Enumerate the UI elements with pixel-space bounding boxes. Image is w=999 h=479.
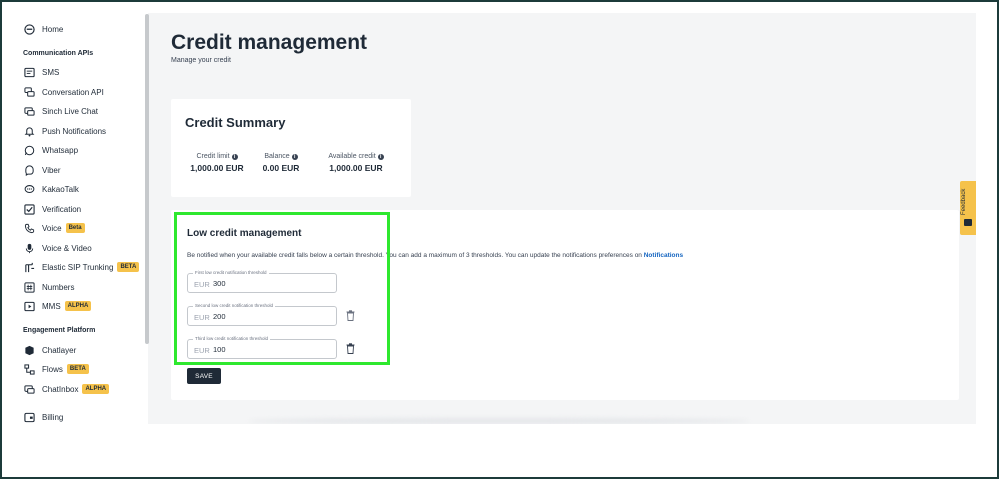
sidebar-item-voice-video[interactable]: Voice & Video	[23, 240, 92, 256]
info-icon[interactable]: i	[377, 153, 384, 160]
save-button[interactable]: SAVE	[187, 368, 221, 384]
sidebar-item-kakaotalk[interactable]: KakaoTalk	[23, 181, 79, 197]
sidebar-item-flows[interactable]: Flows BETA	[23, 361, 89, 377]
alpha-badge: ALPHA	[82, 384, 110, 394]
sip-icon	[23, 261, 35, 273]
sidebar-item-label: Chatlayer	[42, 345, 77, 355]
balance-metric: Balance i 0.00 EUR	[261, 153, 301, 173]
feedback-tab[interactable]: Feedback	[960, 181, 976, 235]
sidebar-item-mms[interactable]: MMS ALPHA	[23, 298, 92, 314]
sidebar-item-label: Sinch Live Chat	[42, 106, 99, 116]
available-credit-metric: Available credit i 1,000.00 EUR	[325, 153, 387, 173]
conversation-icon	[23, 86, 35, 98]
sidebar-item-label: Whatsapp	[42, 145, 79, 155]
screenshot-frame: Home Communication APIs SMS Conversation…	[0, 0, 999, 479]
sidebar-item-label: Conversation API	[42, 87, 104, 97]
sidebar-item-label: Flows	[42, 364, 63, 374]
sidebar-item-viber[interactable]: Viber	[23, 162, 61, 178]
sidebar-item-label: Viber	[42, 165, 61, 175]
sidebar-item-label: Numbers	[42, 282, 75, 292]
available-credit-value: 1,000.00 EUR	[329, 163, 383, 173]
page-subtitle: Manage your credit	[171, 57, 231, 64]
sidebar-item-conversation-api[interactable]: Conversation API	[23, 84, 104, 100]
sidebar-item-label: ChatInbox	[42, 384, 79, 394]
sidebar-item-label: Voice	[42, 223, 62, 233]
bell-icon	[23, 125, 35, 137]
credit-summary-card: Credit Summary Credit limit i 1,000.00 EU…	[171, 99, 411, 197]
credit-limit-value: 1,000.00 EUR	[190, 163, 244, 173]
chatlayer-icon	[23, 344, 35, 356]
sidebar-item-verification[interactable]: Verification	[23, 201, 81, 217]
kakaotalk-icon	[23, 183, 35, 195]
sidebar-item-label: Voice & Video	[42, 243, 92, 253]
sidebar-item-label: Push Notifications	[42, 126, 107, 136]
alpha-badge: ALPHA	[64, 301, 92, 311]
app-window: Home Communication APIs SMS Conversation…	[14, 13, 976, 424]
checkbox-icon	[23, 203, 35, 215]
beta-badge: BETA	[66, 364, 89, 374]
sidebar-item-elastic-sip-trunking[interactable]: Elastic SIP Trunking BETA	[23, 259, 140, 275]
hash-icon	[23, 281, 35, 293]
credit-limit-label: Credit limit	[196, 153, 230, 160]
notifications-link[interactable]: Notifications	[644, 252, 683, 259]
sms-icon	[23, 66, 35, 78]
sidebar-item-billing[interactable]: Billing	[23, 409, 63, 424]
highlight-box	[174, 212, 390, 365]
sidebar-item-chatinbox[interactable]: ChatInbox ALPHA	[23, 381, 110, 397]
home-icon	[23, 23, 35, 35]
beta-badge: BETA	[117, 262, 140, 272]
sidebar: Home Communication APIs SMS Conversation…	[14, 13, 148, 424]
page-title: Credit management	[171, 31, 368, 54]
bottom-shadow	[249, 418, 749, 424]
flows-icon	[23, 363, 35, 375]
sidebar-item-label: Verification	[42, 204, 82, 214]
mms-icon	[23, 300, 35, 312]
sidebar-item-sms[interactable]: SMS	[23, 64, 59, 80]
balance-label: Balance	[264, 153, 290, 160]
sidebar-item-numbers[interactable]: Numbers	[23, 279, 74, 295]
sidebar-item-sinch-live-chat[interactable]: Sinch Live Chat	[23, 103, 98, 119]
viber-icon	[23, 164, 35, 176]
section-title-communication: Communication APIs	[23, 50, 94, 57]
credit-limit-metric: Credit limit i 1,000.00 EUR	[187, 153, 247, 173]
microphone-icon	[23, 242, 35, 254]
beta-badge: Beta	[65, 223, 85, 233]
credit-summary-title: Credit Summary	[185, 115, 286, 130]
billing-icon	[23, 411, 35, 423]
available-credit-label: Available credit	[328, 153, 376, 160]
feedback-label: Feedback	[961, 188, 967, 215]
feedback-icon	[964, 219, 972, 226]
sidebar-item-label: Elastic SIP Trunking	[42, 262, 114, 272]
sidebar-item-chatlayer[interactable]: Chatlayer	[23, 342, 76, 358]
sidebar-item-label: SMS	[42, 67, 60, 77]
sidebar-item-label: MMS	[42, 301, 61, 311]
sidebar-item-push-notifications[interactable]: Push Notifications	[23, 123, 106, 139]
info-icon[interactable]: i	[291, 153, 298, 160]
sidebar-item-label: Home	[42, 24, 64, 34]
phone-icon	[23, 222, 35, 234]
sidebar-item-label: Billing	[42, 412, 64, 422]
sidebar-item-home[interactable]: Home	[23, 21, 63, 37]
live-chat-icon	[23, 105, 35, 117]
sidebar-item-label: KakaoTalk	[42, 184, 79, 194]
section-title-engagement: Engagement Platform	[23, 327, 96, 334]
balance-value: 0.00 EUR	[262, 163, 300, 173]
inbox-icon	[23, 383, 35, 395]
sidebar-scrollbar[interactable]	[145, 14, 149, 344]
sidebar-item-whatsapp[interactable]: Whatsapp	[23, 142, 78, 158]
sidebar-item-voice[interactable]: Voice Beta	[23, 220, 85, 236]
info-icon[interactable]: i	[231, 153, 238, 160]
whatsapp-icon	[23, 144, 35, 156]
